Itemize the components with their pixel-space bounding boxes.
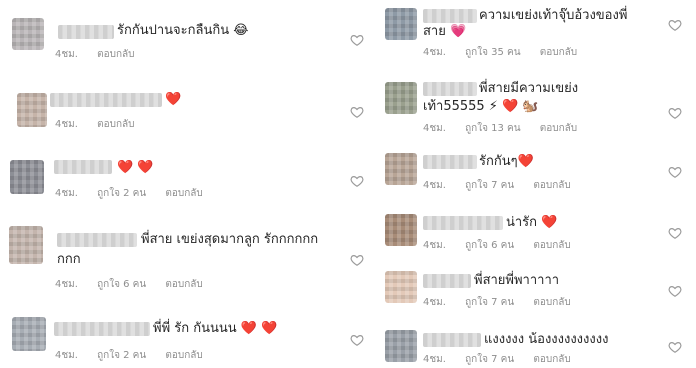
- reply-button[interactable]: ตอบกลับ: [533, 354, 570, 365]
- comment-item: รักกันปานจะกลืนกิน 😂 4ชม. ตอบกลับ: [0, 0, 370, 70]
- avatar[interactable]: [385, 330, 417, 362]
- username-blurred[interactable]: [57, 233, 137, 247]
- comment-meta: 4ชม. ถูกใจ 35 คน ตอบกลับ: [423, 45, 593, 60]
- comment-text-line2: สาย 💗: [423, 24, 467, 39]
- username-blurred[interactable]: [423, 333, 481, 347]
- comment-text: ❤️: [165, 92, 182, 107]
- comment-time: 4ชม.: [423, 297, 446, 308]
- like-heart-icon[interactable]: [350, 253, 364, 267]
- reply-button[interactable]: ตอบกลับ: [533, 180, 570, 191]
- avatar[interactable]: [385, 271, 417, 303]
- like-heart-icon[interactable]: [668, 284, 682, 298]
- reply-button[interactable]: ตอบกลับ: [97, 119, 134, 130]
- like-count[interactable]: ถูกใจ 6 คน: [465, 240, 514, 251]
- like-count[interactable]: ถูกใจ 2 คน: [97, 350, 146, 361]
- comment-meta: 4ชม. ถูกใจ 13 คน ตอบกลับ: [423, 121, 593, 136]
- username-blurred[interactable]: [50, 93, 162, 107]
- like-count[interactable]: ถูกใจ 7 คน: [465, 180, 514, 191]
- avatar[interactable]: [385, 214, 417, 246]
- comment-time: 4ชม.: [423, 240, 446, 251]
- reply-button[interactable]: ตอบกลับ: [540, 47, 577, 58]
- like-heart-icon[interactable]: [350, 174, 364, 188]
- comment-item: พี่สายพี่พาาาาา 4ชม. ถูกใจ 7 คน ตอบกลับ: [375, 264, 696, 316]
- comment-item: พี่สายมีความเขย่ง เท้า55555 ⚡ ❤️ 🐿️ 4ชม.…: [375, 72, 696, 142]
- username-blurred[interactable]: [423, 274, 471, 288]
- username-blurred[interactable]: [54, 322, 150, 336]
- comment-time: 4ชม.: [55, 350, 78, 361]
- comment-text-line1: ความเขย่งเท้าจุ๊บอ้วงของพี่: [479, 8, 628, 23]
- comment-meta: 4ชม. ถูกใจ 7 คน ตอบกลับ: [423, 352, 587, 367]
- comment-text-line2: กกก: [57, 252, 81, 267]
- comment-time: 4ชม.: [55, 188, 78, 199]
- comment-text-line1: พี่สาย เขย่งสุดมากลูก รักกกกกก: [141, 232, 319, 247]
- like-count[interactable]: ถูกใจ 35 คน: [465, 47, 520, 58]
- comment-text: รักกันๆ❤️: [479, 154, 534, 169]
- comment-text: พี่พี่ รัก กันนนน ❤️ ❤️: [153, 321, 278, 336]
- reply-button[interactable]: ตอบกลับ: [533, 297, 570, 308]
- avatar[interactable]: [17, 93, 47, 127]
- reply-button[interactable]: ตอบกลับ: [165, 279, 202, 290]
- username-blurred[interactable]: [423, 82, 477, 96]
- avatar[interactable]: [9, 226, 43, 264]
- reply-button[interactable]: ตอบกลับ: [165, 350, 202, 361]
- reply-button[interactable]: ตอบกลับ: [533, 240, 570, 251]
- comment-text: พี่สายพี่พาาาาา: [474, 273, 560, 288]
- comment-item: พี่สาย เขย่งสุดมากลูก รักกกกกก กกก 4ชม. …: [0, 220, 370, 300]
- username-blurred[interactable]: [58, 25, 114, 39]
- comment-time: 4ชม.: [423, 123, 446, 134]
- comment-time: 4ชม.: [55, 49, 78, 60]
- comment-meta: 4ชม. ถูกใจ 7 คน ตอบกลับ: [423, 178, 587, 193]
- username-blurred[interactable]: [423, 216, 503, 230]
- comment-time: 4ชม.: [423, 47, 446, 58]
- reply-button[interactable]: ตอบกลับ: [540, 123, 577, 134]
- avatar[interactable]: [385, 82, 417, 114]
- comment-text-line2: เท้า55555 ⚡ ❤️ 🐿️: [423, 99, 539, 114]
- like-heart-icon[interactable]: [668, 165, 682, 179]
- like-heart-icon[interactable]: [668, 226, 682, 240]
- comment-text: น่ารัก ❤️: [506, 215, 558, 230]
- comment-meta: 4ชม. ตอบกลับ: [55, 47, 151, 62]
- comment-time: 4ชม.: [423, 354, 446, 365]
- comment-item: รักกันๆ❤️ 4ชม. ถูกใจ 7 คน ตอบกลับ: [375, 148, 696, 200]
- comment-item: พี่พี่ รัก กันนนน ❤️ ❤️ 4ชม. ถูกใจ 2 คน …: [0, 305, 370, 368]
- comment-text: รักกันปานจะกลืนกิน 😂: [117, 23, 249, 38]
- comment-meta: 4ชม. ถูกใจ 2 คน ตอบกลับ: [55, 186, 219, 201]
- username-blurred[interactable]: [54, 160, 112, 174]
- comment-meta: 4ชม. ตอบกลับ: [55, 117, 151, 132]
- comment-item: ❤️ ❤️ 4ชม. ถูกใจ 2 คน ตอบกลับ: [0, 150, 370, 210]
- like-heart-icon[interactable]: [668, 106, 682, 120]
- comment-time: 4ชม.: [55, 119, 78, 130]
- avatar[interactable]: [385, 8, 417, 40]
- like-heart-icon[interactable]: [350, 33, 364, 47]
- like-heart-icon[interactable]: [668, 340, 682, 354]
- comment-item: แงงงงง น้องงงงงงงงงง 4ชม. ถูกใจ 7 คน ตอบ…: [375, 322, 696, 368]
- like-count[interactable]: ถูกใจ 7 คน: [465, 297, 514, 308]
- comment-meta: 4ชม. ถูกใจ 6 คน ตอบกลับ: [423, 238, 587, 253]
- like-count[interactable]: ถูกใจ 2 คน: [97, 188, 146, 199]
- like-heart-icon[interactable]: [668, 18, 682, 32]
- username-blurred[interactable]: [423, 155, 477, 169]
- comment-text: ❤️ ❤️: [117, 160, 154, 175]
- comment-meta: 4ชม. ถูกใจ 2 คน ตอบกลับ: [55, 348, 219, 363]
- comment-item: น่ารัก ❤️ 4ชม. ถูกใจ 6 คน ตอบกลับ: [375, 206, 696, 258]
- like-count[interactable]: ถูกใจ 7 คน: [465, 354, 514, 365]
- like-heart-icon[interactable]: [350, 333, 364, 347]
- comment-meta: 4ชม. ถูกใจ 6 คน ตอบกลับ: [55, 277, 219, 292]
- like-heart-icon[interactable]: [350, 105, 364, 119]
- avatar[interactable]: [385, 153, 417, 185]
- avatar[interactable]: [10, 160, 44, 194]
- comment-time: 4ชม.: [423, 180, 446, 191]
- comment-meta: 4ชม. ถูกใจ 7 คน ตอบกลับ: [423, 295, 587, 310]
- reply-button[interactable]: ตอบกลับ: [97, 49, 134, 60]
- avatar[interactable]: [12, 317, 46, 351]
- avatar[interactable]: [12, 18, 44, 50]
- reply-button[interactable]: ตอบกลับ: [165, 188, 202, 199]
- comment-time: 4ชม.: [55, 279, 78, 290]
- like-count[interactable]: ถูกใจ 6 คน: [97, 279, 146, 290]
- comment-text: แงงงงง น้องงงงงงงงงง: [484, 332, 609, 347]
- comment-item: ❤️ 4ชม. ตอบกลับ: [0, 80, 370, 140]
- comment-item: ความเขย่งเท้าจุ๊บอ้วงของพี่ สาย 💗 4ชม. ถ…: [375, 0, 696, 70]
- like-count[interactable]: ถูกใจ 13 คน: [465, 123, 520, 134]
